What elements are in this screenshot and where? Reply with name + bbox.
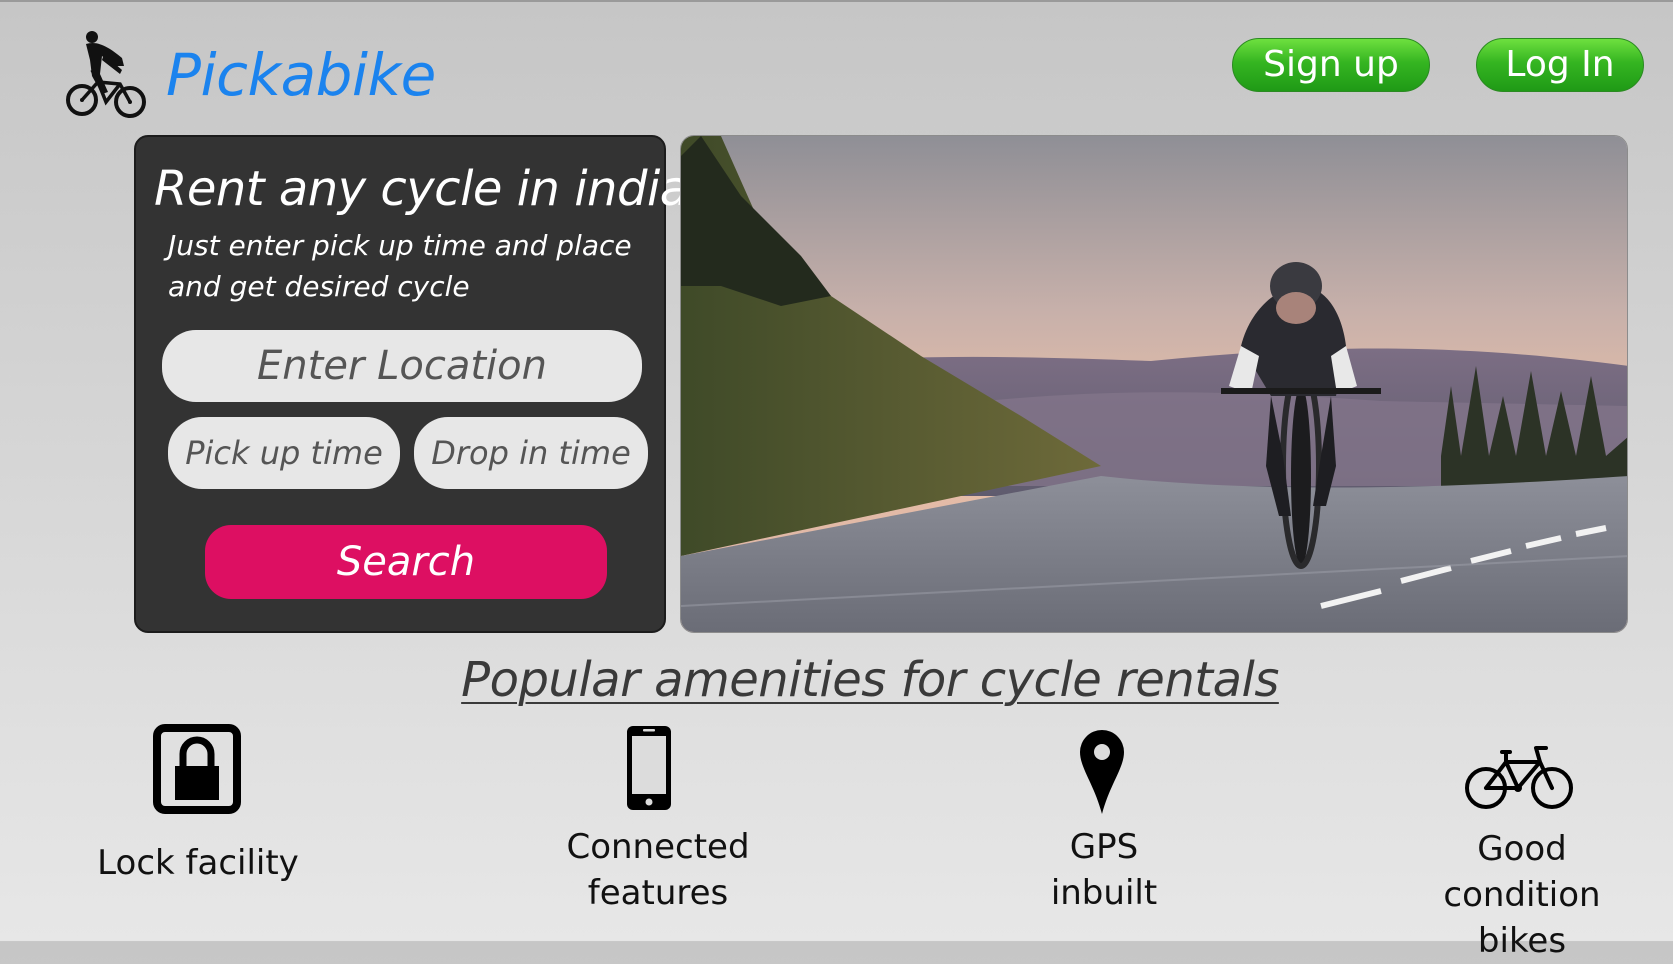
brand-name[interactable]: Pickabike: [166, 40, 436, 110]
cyclist-road-illustration: [681, 136, 1627, 632]
amenity-label-bikes: Good condition bikes: [1443, 829, 1601, 961]
lock-icon: [153, 724, 241, 814]
log-in-button[interactable]: Log In: [1476, 38, 1644, 92]
page: Pickabike Sign up Log In Rent any cycle …: [0, 0, 1673, 961]
amenity-label-lock: Lock facility: [97, 843, 299, 883]
bicycle-icon: [1465, 746, 1573, 809]
amenity-label-gps: GPS inbuilt: [1050, 827, 1158, 913]
panel-subtitle: Just enter pick up time and place and ge…: [168, 229, 632, 303]
cyclist-logo-icon: [66, 31, 146, 118]
amenity-label-connected: Connected features: [566, 827, 750, 913]
location-input[interactable]: Enter Location: [162, 330, 642, 402]
hero-photo: [680, 135, 1628, 633]
sign-up-button[interactable]: Sign up: [1232, 38, 1430, 92]
location-pin-icon: [1080, 730, 1124, 814]
phone-icon: [627, 726, 671, 810]
drop-time-input[interactable]: Drop in time: [414, 417, 648, 489]
panel-title: Rent any cycle in india: [154, 161, 689, 217]
amenities-title: Popular amenities for cycle rentals: [461, 652, 1279, 708]
pickup-time-input[interactable]: Pick up time: [168, 417, 400, 489]
search-button[interactable]: Search: [205, 525, 607, 599]
search-panel: Rent any cycle in india Just enter pick …: [134, 135, 689, 633]
